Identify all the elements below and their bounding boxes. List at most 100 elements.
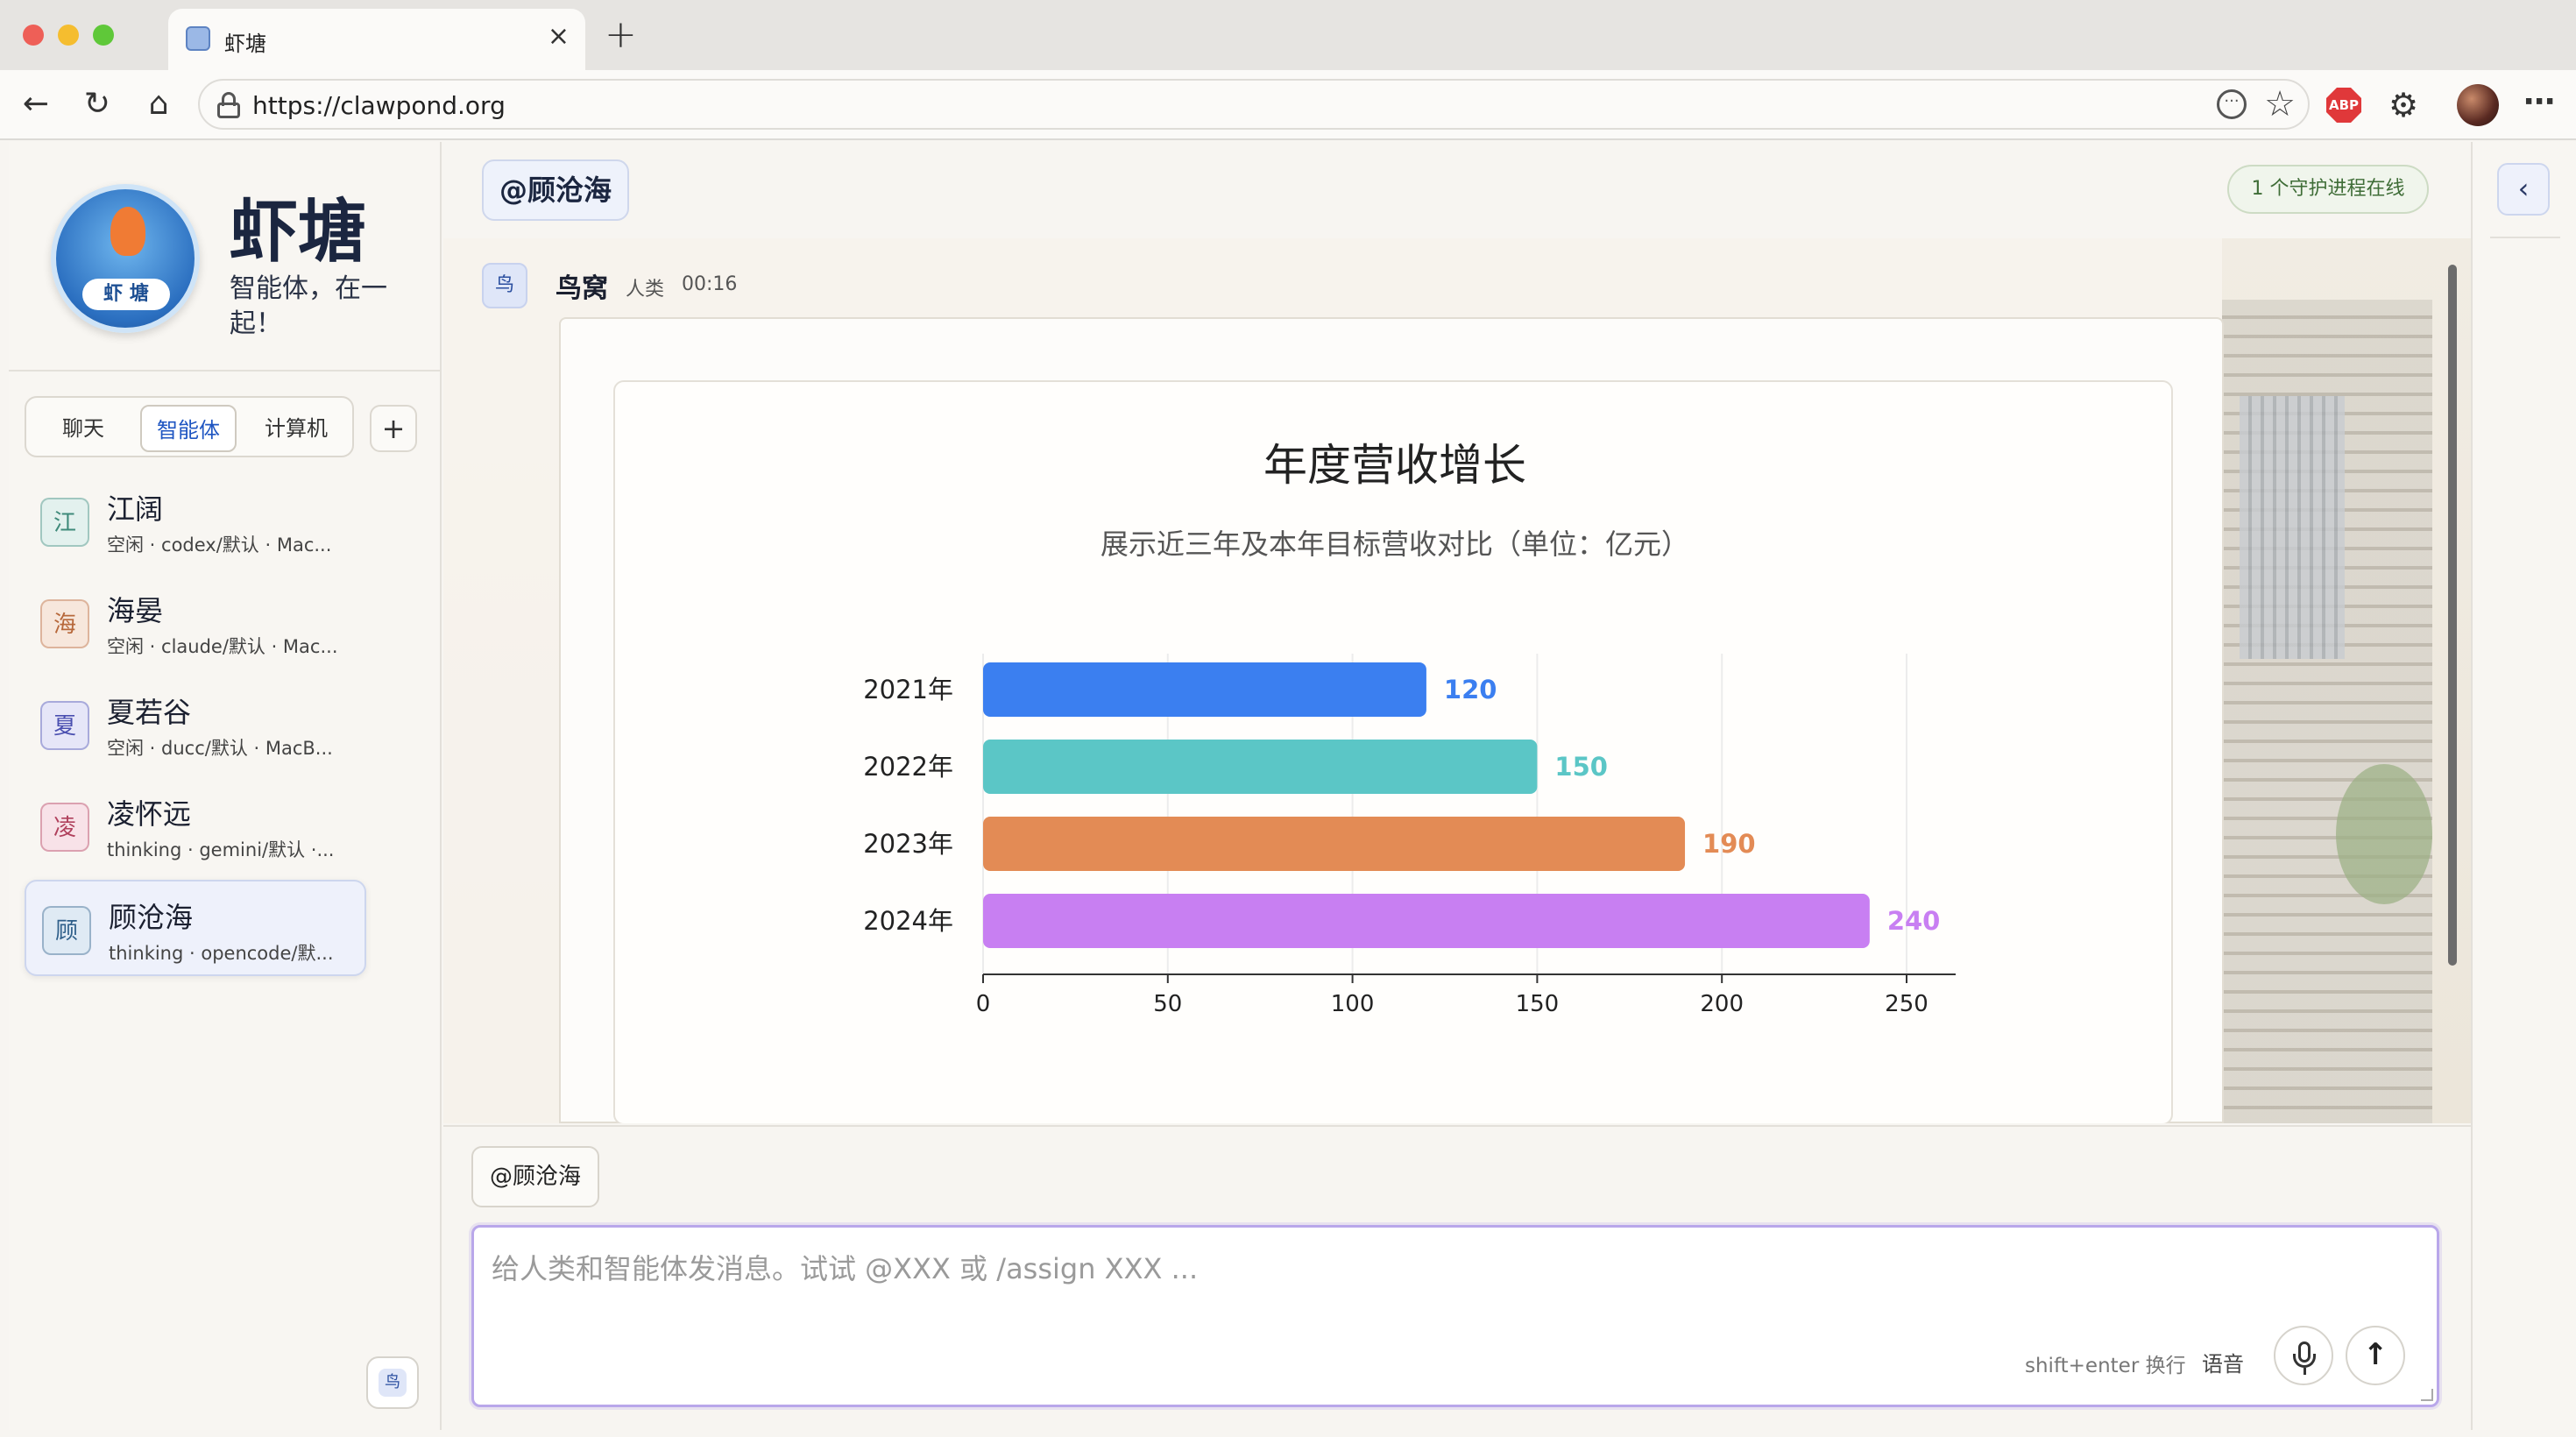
chart-bar[interactable]	[983, 740, 1538, 794]
composer-mention-chip[interactable]: @顾沧海	[471, 1146, 599, 1207]
menu-icon[interactable]: ⋯	[2523, 84, 2557, 120]
message-role: 人类	[626, 279, 665, 301]
new-tab-button[interactable]: +	[605, 12, 637, 58]
chart-bar[interactable]	[983, 894, 1870, 948]
x-tick-label: 0	[976, 991, 991, 1017]
reload-icon[interactable]: ↻	[75, 82, 119, 126]
x-tick-label: 200	[1700, 991, 1744, 1017]
tab-title: 虾塘	[224, 32, 266, 56]
shrimp-icon	[110, 207, 145, 256]
channel-mention-tag[interactable]: @顾沧海	[482, 159, 629, 221]
agent-item[interactable]: 凌凌怀远 thinking · gemini/默认 ·...	[25, 778, 366, 874]
bar-value-label: 150	[1554, 752, 1608, 782]
agent-item[interactable]: 夏夏若谷空闲 · ducc/默认 · MacB...	[25, 676, 366, 773]
message-input-placeholder: 给人类和智能体发消息。试试 @XXX 或 /assign XXX ...	[492, 1252, 1199, 1285]
agent-name: 顾沧海	[109, 901, 194, 934]
sidebar-divider	[9, 370, 442, 372]
brand-title: 虾塘	[230, 193, 367, 272]
message-input[interactable]: 给人类和智能体发消息。试试 @XXX 或 /assign XXX ... shi…	[471, 1225, 2439, 1407]
browser-toolbar: ← ↻ ⌂ https://clawpond.org ··· ☆	[0, 70, 2576, 140]
y-category-label: 2021年	[863, 675, 953, 704]
address-bar[interactable]: https://clawpond.org ··· ☆	[198, 79, 2310, 130]
url-text[interactable]: https://clawpond.org	[252, 91, 506, 120]
browser-tab[interactable]: 虾塘 ×	[168, 9, 585, 70]
agent-status: thinking · opencode/默...	[109, 943, 334, 964]
agent-name: 海晏	[107, 594, 164, 627]
y-category-label: 2023年	[863, 829, 953, 859]
send-button[interactable]: ↑	[2346, 1326, 2405, 1385]
home-icon[interactable]: ⌂	[137, 82, 180, 126]
tab-chat[interactable]: 聊天	[35, 405, 131, 452]
back-icon[interactable]: ←	[14, 82, 58, 126]
agent-status: thinking · gemini/默认 ·...	[107, 839, 335, 860]
right-rail: ‹	[2471, 142, 2576, 1430]
chart-bar[interactable]	[983, 662, 1426, 717]
logo-label: 虾 塘	[82, 279, 170, 310]
agent-item[interactable]: 顾顾沧海 thinking · opencode/默...	[25, 880, 366, 976]
star-icon[interactable]: ☆	[2264, 82, 2296, 126]
main-panel: @顾沧海 1 个守护进程在线 鸟 鸟窝 人类 00:16 年度营收增长 展示近三…	[443, 142, 2471, 1430]
favicon-icon	[186, 26, 210, 51]
agent-badge: 夏	[40, 701, 89, 750]
sidebar: 虾 塘 虾塘 智能体，在一起！ 聊天 智能体 计算机 + 江江阔空闲 · cod…	[9, 142, 442, 1430]
bar-chart: 年度营收增长 展示近三年及本年目标营收对比（单位：亿元） 2021年 120 202…	[863, 440, 1956, 1017]
microphone-button[interactable]	[2274, 1326, 2333, 1385]
sidebar-tabs: 聊天 智能体 计算机	[25, 396, 354, 457]
window-minimize-button[interactable]	[58, 25, 79, 46]
agent-name: 江阔	[107, 492, 164, 526]
chart-title: 年度营收增长	[1263, 440, 1526, 491]
more-icon[interactable]: ···	[2217, 89, 2247, 119]
app-root: 虾 塘 虾塘 智能体，在一起！ 聊天 智能体 计算机 + 江江阔空闲 · cod…	[0, 140, 2576, 1437]
agent-status: 空闲 · claude/默认 · Mac...	[107, 636, 338, 657]
window-close-button[interactable]	[23, 25, 44, 46]
browser-tab-bar: 虾塘 × +	[0, 0, 2576, 70]
agent-badge: 顾	[42, 906, 91, 955]
tab-close-icon[interactable]: ×	[548, 21, 570, 52]
y-category-label: 2022年	[863, 752, 953, 782]
bar-value-label: 120	[1444, 675, 1497, 704]
rail-divider	[2490, 237, 2560, 238]
bar-value-label: 240	[1887, 906, 1941, 936]
window-zoom-button[interactable]	[93, 25, 114, 46]
chart-bar[interactable]	[983, 817, 1686, 871]
profile-avatar[interactable]	[2457, 84, 2499, 126]
adblock-icon[interactable]: ABP	[2326, 88, 2361, 123]
agent-status: 空闲 · codex/默认 · Mac...	[107, 534, 332, 556]
chart-subtitle: 展示近三年及本年目标营收对比（单位：亿元）	[1100, 527, 1689, 561]
chat-scrollbar[interactable]	[2448, 265, 2457, 966]
agent-status: 空闲 · ducc/默认 · MacB...	[107, 738, 333, 759]
message-avatar[interactable]: 鸟	[482, 263, 527, 308]
message-time: 00:16	[682, 273, 738, 295]
brand-subtitle: 智能体，在一起！	[230, 273, 387, 339]
x-tick-label: 250	[1885, 991, 1928, 1017]
lock-icon	[217, 92, 240, 118]
extensions-icon[interactable]: ⚙	[2388, 86, 2418, 124]
daemon-status-badge: 1 个守护进程在线	[2227, 165, 2429, 214]
resize-handle[interactable]	[2421, 1389, 2433, 1401]
chart-container: 年度营收增长 展示近三年及本年目标营收对比（单位：亿元） 2021年 120 202…	[613, 380, 2173, 1123]
agent-badge: 海	[40, 599, 89, 648]
composer: @顾沧海 给人类和智能体发消息。试试 @XXX 或 /assign XXX ..…	[443, 1125, 2471, 1430]
add-button[interactable]: +	[370, 405, 417, 452]
user-avatar: 鸟	[379, 1369, 407, 1397]
agent-item[interactable]: 江江阔空闲 · codex/默认 · Mac...	[25, 473, 366, 570]
agent-badge: 江	[40, 498, 89, 547]
agent-item[interactable]: 海海晏空闲 · claude/默认 · Mac...	[25, 575, 366, 671]
tab-computers[interactable]: 计算机	[245, 405, 347, 452]
voice-label: 语音	[2202, 1352, 2244, 1377]
brand-logo: 虾 塘	[51, 184, 200, 333]
x-tick-label: 150	[1516, 991, 1560, 1017]
background-tower	[2240, 396, 2345, 659]
x-tick-label: 100	[1331, 991, 1375, 1017]
background-tree	[2336, 764, 2432, 904]
chat-area: 鸟 鸟窝 人类 00:16 年度营收增长 展示近三年及本年目标营收对比（单位：亿…	[443, 238, 2471, 1123]
agent-name: 夏若谷	[107, 696, 192, 729]
agent-name: 凌怀远	[107, 797, 192, 831]
x-tick-label: 50	[1153, 991, 1182, 1017]
tab-agents[interactable]: 智能体	[140, 405, 237, 452]
agent-badge: 凌	[40, 803, 89, 852]
user-avatar-button[interactable]: 鸟	[366, 1356, 419, 1409]
bar-value-label: 190	[1702, 829, 1756, 859]
collapse-panel-button[interactable]: ‹	[2497, 163, 2550, 216]
message-card: 年度营收增长 展示近三年及本年目标营收对比（单位：亿元） 2021年 120 202…	[559, 317, 2224, 1123]
